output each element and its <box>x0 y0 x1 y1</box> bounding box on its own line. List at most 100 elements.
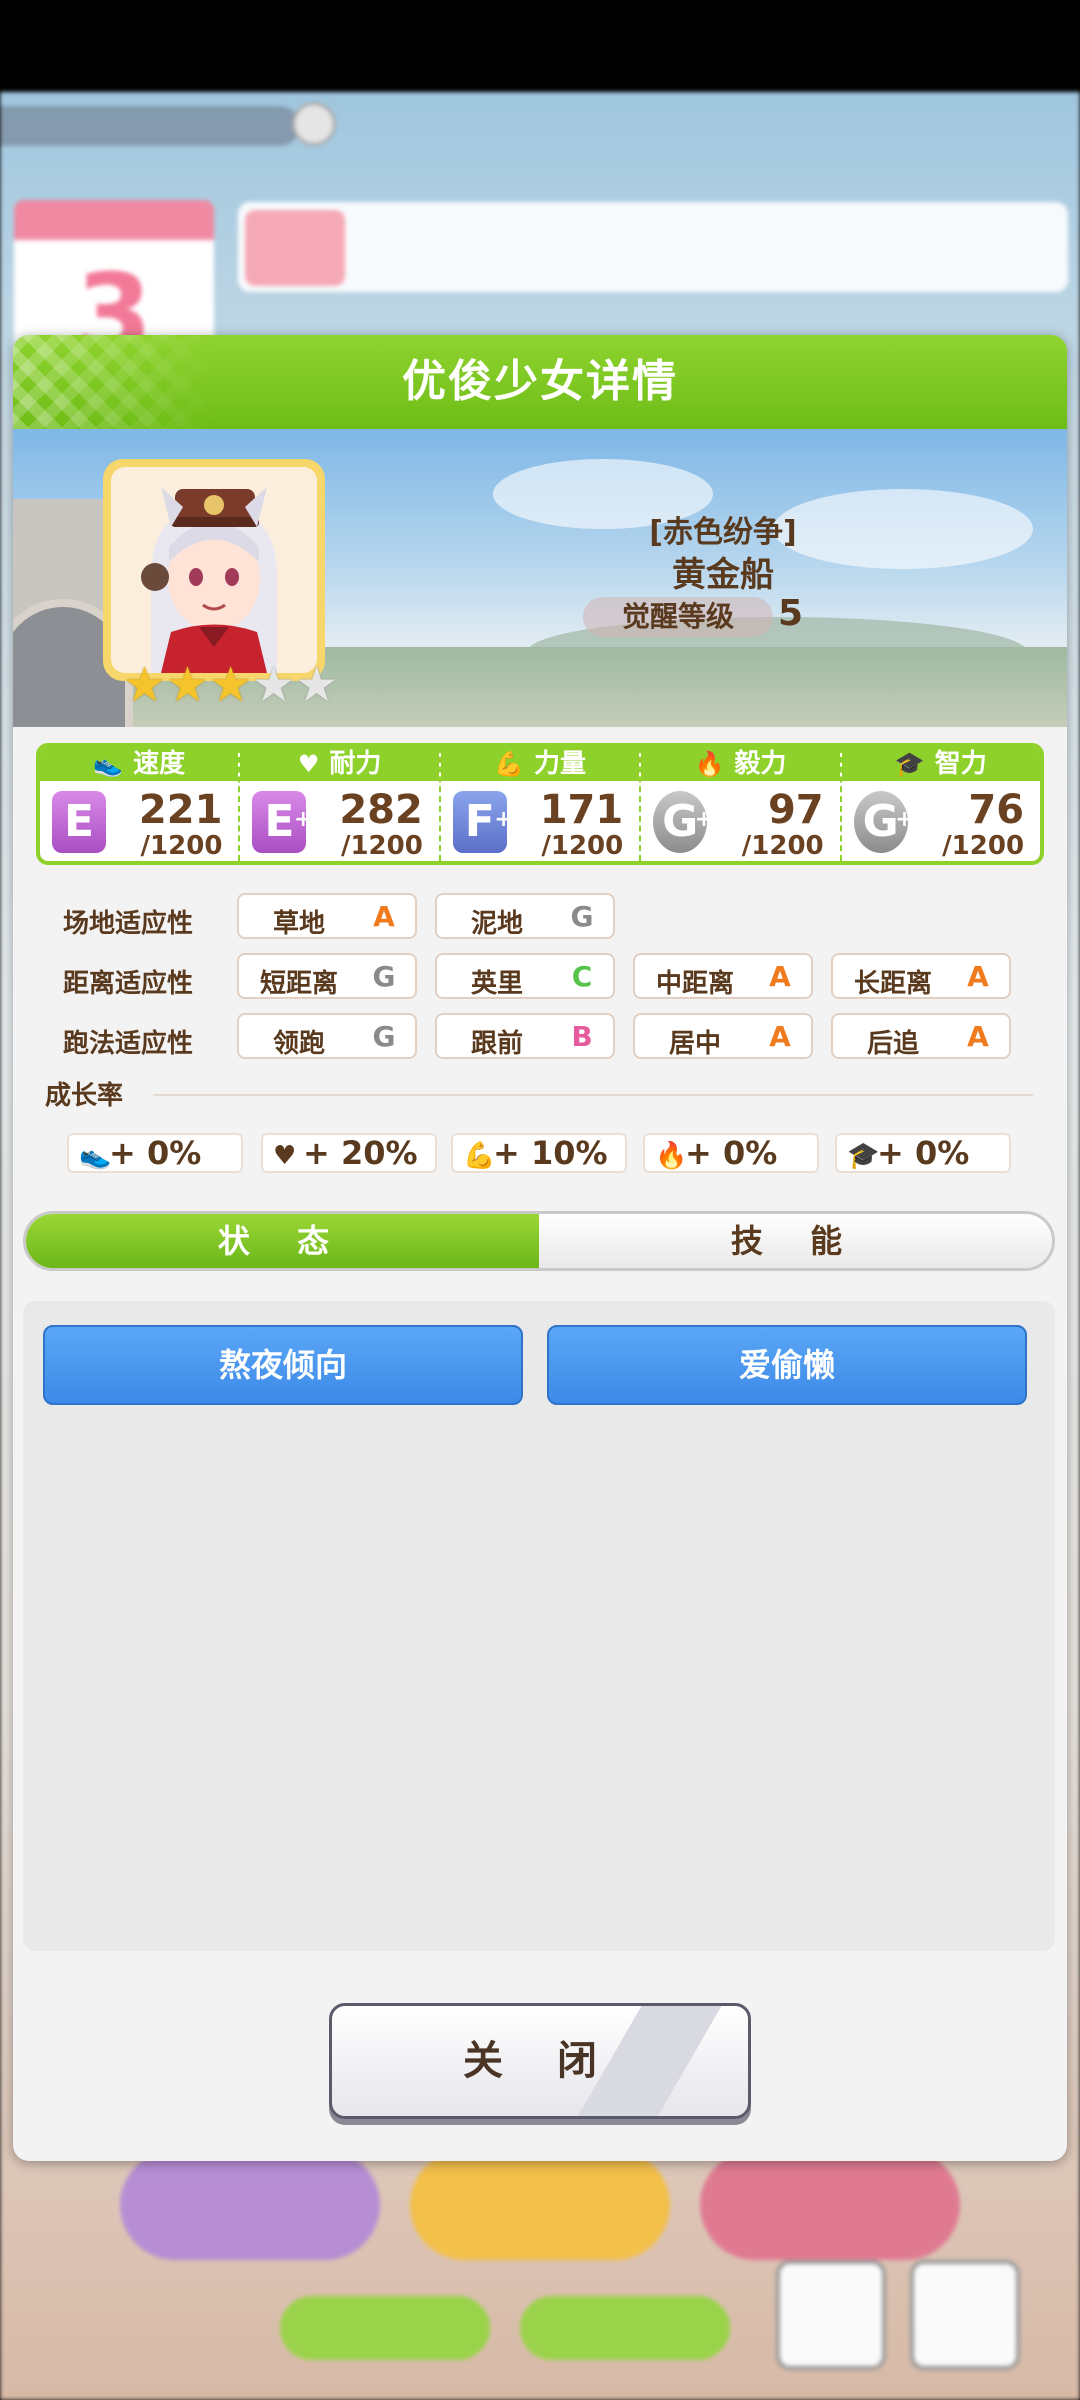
aptitude-rank: A <box>769 1020 791 1053</box>
status-tag-button[interactable]: 熬夜倾向 <box>43 1325 523 1405</box>
aptitude-rank: A <box>967 960 989 993</box>
bg-button <box>410 2150 670 2260</box>
aptitude-rank: A <box>967 1020 989 1053</box>
muscle-icon: 💪 <box>494 750 524 778</box>
stat-max: /1200 <box>741 831 824 861</box>
aptitude-cell: 英里 C <box>435 953 615 999</box>
status-panel: 熬夜倾向 爱偷懒 <box>23 1301 1055 1951</box>
detail-tabs: 状 态 技 能 <box>23 1211 1055 1271</box>
growth-speed: 👟+ 0% <box>67 1133 243 1173</box>
aptitude-rank: B <box>571 1020 593 1053</box>
stat-guts: 🔥 毅力 G + 97 /1200 <box>641 747 842 861</box>
aptitude-cell: 短距离 G <box>237 953 417 999</box>
growth-value: + 20% <box>303 1134 418 1172</box>
aptitude-name: 短距离 <box>259 969 338 999</box>
graduation-cap-icon: 🎓 <box>847 1141 880 1171</box>
character-portrait[interactable] <box>103 459 325 681</box>
bg-button <box>520 2296 730 2360</box>
stat-max: /1200 <box>541 831 624 861</box>
stat-label: 智力 <box>934 749 987 779</box>
star-icon: ★ <box>209 657 253 713</box>
aptitude-name: 领跑 <box>272 1029 325 1059</box>
tab-skills[interactable]: 技 能 <box>539 1214 1052 1268</box>
flame-icon: 🔥 <box>694 750 725 778</box>
empty-star-icon: ★ <box>295 657 339 713</box>
aptitude-name: 泥地 <box>470 909 523 939</box>
stat-label: 力量 <box>533 749 586 779</box>
aptitude-name: 居中 <box>668 1029 721 1059</box>
status-tag-button[interactable]: 爱偷懒 <box>547 1325 1027 1405</box>
bg-info-icon <box>292 102 336 146</box>
aptitude-rank: C <box>571 960 593 993</box>
bg-square <box>776 2260 886 2370</box>
character-banner: ★ ★ ★ ★ ★ [赤色纷争] 黄金船 觉醒等级 5 <box>13 429 1067 727</box>
close-button-label: 关 闭 <box>463 2038 617 2084</box>
aptitude-name: 中距离 <box>655 969 734 999</box>
stat-grade: E + <box>252 791 312 853</box>
stats-panel: 👟 速度 E 221 /1200 ♥ 耐力 E + 282 /1200 💪 力量 F + … <box>36 743 1044 865</box>
stat-power: 💪 力量 F + 171 /1200 <box>440 747 642 861</box>
stat-max: /1200 <box>942 831 1025 861</box>
bg-bar <box>238 202 1068 292</box>
stat-value: 76 <box>968 787 1025 833</box>
aptitude-cell: 泥地 G <box>435 893 615 939</box>
heart-icon: ♥ <box>297 750 320 778</box>
growth-power: 💪+ 10% <box>451 1133 627 1173</box>
stat-stamina: ♥ 耐力 E + 282 /1200 <box>240 747 441 861</box>
star-icon: ★ <box>166 657 210 713</box>
growth-value: + 0% <box>109 1134 202 1172</box>
dialog-header: 优俊少女详情 <box>13 335 1067 429</box>
growth-rate-title: 成长率 <box>45 1081 124 1111</box>
stat-value: 171 <box>539 787 624 833</box>
aptitude-name: 跟前 <box>470 1029 523 1059</box>
aptitude-rank: G <box>372 960 396 993</box>
growth-value: + 0% <box>877 1134 970 1172</box>
stat-grade: G + <box>853 791 914 853</box>
stat-value: 97 <box>767 787 824 833</box>
shoe-icon: 👟 <box>79 1141 112 1171</box>
aptitude-cell: 中距离 A <box>633 953 813 999</box>
graduation-cap-icon: 🎓 <box>894 750 925 778</box>
close-button[interactable]: 关 闭 <box>329 2003 751 2119</box>
aptitude-cell: 跟前 B <box>435 1013 615 1059</box>
status-bar <box>0 0 1080 92</box>
aptitude-row-track: 场地适应性 草地 A 泥地 G <box>13 893 1067 941</box>
aptitude-label: 跑法适应性 <box>63 1029 194 1059</box>
awakening-label: 觉醒等级 <box>583 597 773 637</box>
aptitude-row-distance: 距离适应性 短距离 G 英里 C 中距离 A 长距离 A <box>13 953 1067 1001</box>
stat-grade: E <box>52 791 106 853</box>
aptitude-name: 长距离 <box>853 969 932 999</box>
aptitude-label: 距离适应性 <box>63 969 194 999</box>
character-name: 黄金船 <box>672 555 774 595</box>
stat-value: 221 <box>138 787 223 833</box>
divider <box>153 1094 1033 1096</box>
flame-icon: 🔥 <box>655 1141 688 1171</box>
rarity-stars: ★ ★ ★ ★ ★ <box>123 661 338 709</box>
empty-star-icon: ★ <box>252 657 296 713</box>
aptitude-rank: G <box>570 900 594 933</box>
bg-button <box>700 2150 960 2260</box>
bg-button <box>120 2150 380 2260</box>
muscle-icon: 💪 <box>463 1141 496 1171</box>
tab-status[interactable]: 状 态 <box>26 1214 539 1268</box>
growth-stamina: ♥ + 20% <box>261 1133 437 1173</box>
aptitude-name: 草地 <box>272 909 325 939</box>
bg-bar-accent <box>245 210 345 286</box>
bg-button <box>280 2296 490 2360</box>
stat-label: 速度 <box>133 749 186 779</box>
growth-wisdom: 🎓+ 0% <box>835 1133 1011 1173</box>
stat-wisdom: 🎓 智力 G + 76 /1200 <box>841 747 1040 861</box>
character-epithet: [赤色纷争] <box>649 515 797 550</box>
aptitude-row-style: 跑法适应性 领跑 G 跟前 B 居中 A 后追 A <box>13 1013 1067 1061</box>
shoe-icon: 👟 <box>93 750 124 778</box>
character-avatar <box>111 467 317 673</box>
aptitude-cell: 草地 A <box>237 893 417 939</box>
stat-max: /1200 <box>140 831 223 861</box>
aptitude-name: 后追 <box>866 1029 919 1059</box>
growth-value: + 10% <box>493 1134 608 1172</box>
growth-value: + 0% <box>685 1134 778 1172</box>
bg-menu <box>910 2260 1020 2370</box>
aptitude-cell: 后追 A <box>831 1013 1011 1059</box>
aptitude-rank: A <box>373 900 395 933</box>
stat-max: /1200 <box>340 831 423 861</box>
